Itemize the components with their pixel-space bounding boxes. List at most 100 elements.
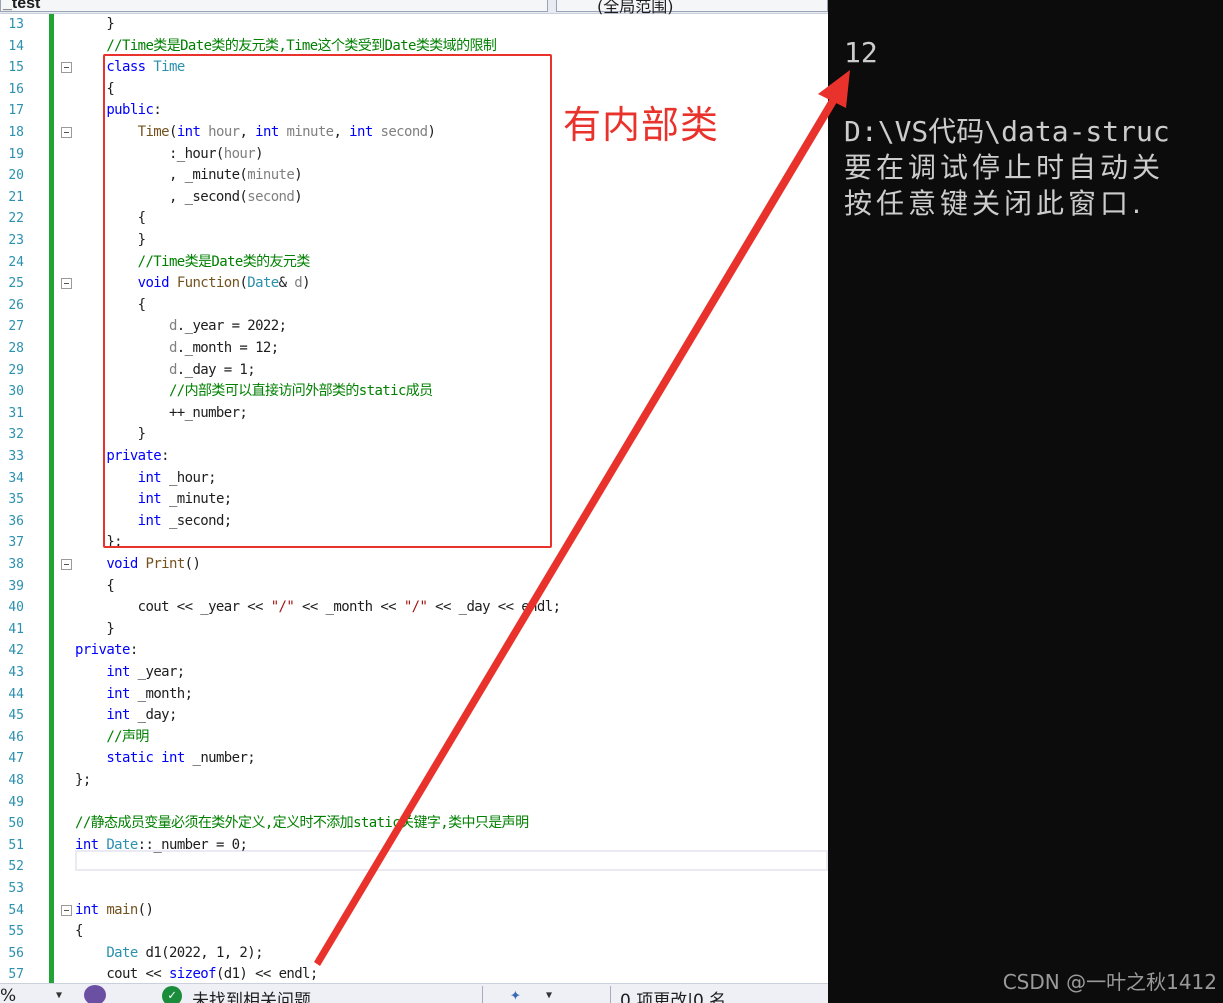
code-line[interactable]: 55 { [0, 921, 828, 943]
code-text: //静态成员变量必须在类外定义,定义时不添加static关键字,类中只是声明 [75, 815, 529, 832]
inner-class-highlight-box [103, 54, 552, 548]
code-text: } [75, 16, 115, 32]
changes-status[interactable]: 0 项更改|0 名 [620, 986, 726, 1003]
code-line[interactable]: 49 [0, 792, 828, 814]
line-number: 13 [8, 17, 24, 32]
code-line[interactable]: 57 cout << sizeof(d1) << endl; [0, 964, 828, 983]
code-line[interactable]: 56 Date d1(2022, 1, 2); [0, 943, 828, 965]
console-path-line: D:\VS代码\data-struc [844, 115, 1170, 148]
line-number: 44 [8, 686, 24, 702]
collapse-icon[interactable] [61, 278, 72, 290]
document-tab-strip: _test (全局范围) [0, 0, 828, 16]
collapse-icon[interactable] [61, 904, 72, 916]
code-line[interactable]: 52 [0, 856, 828, 878]
code-text: }; [75, 772, 91, 788]
line-number: 46 [8, 729, 24, 745]
code-line[interactable]: 39 { [0, 576, 828, 598]
line-number: 45 [8, 708, 24, 724]
annotation-label: 有内部类 [563, 103, 720, 147]
divider [482, 986, 483, 1003]
code-line[interactable]: 54 int main() [0, 900, 828, 922]
code-text: int main() [75, 901, 154, 918]
collapse-icon[interactable] [61, 62, 72, 74]
line-number: 56 [8, 945, 24, 961]
line-number: 37 [8, 535, 24, 551]
code-line[interactable]: 48}; [0, 770, 828, 792]
code-text: static int _number; [106, 750, 256, 767]
code-editor[interactable]: _test (全局范围) 13 } 14 //Time类是Date类的友元类,Ti… [0, 0, 828, 983]
code-cleanup-icon[interactable]: ✦ [510, 984, 521, 1003]
line-number: 42 [8, 643, 24, 659]
line-number: 43 [8, 665, 24, 680]
code-line[interactable]: 41 } [0, 619, 828, 641]
code-text: //声明 [106, 728, 149, 745]
check-icon: ✓ [162, 986, 182, 1003]
line-number: 19 [8, 146, 24, 162]
line-number: 41 [8, 621, 24, 637]
line-number: 38 [8, 557, 24, 572]
code-line[interactable]: 38 void Print() [0, 554, 828, 576]
line-number: 50 [8, 816, 24, 832]
scope-dropdown[interactable]: (全局范围) [556, 0, 828, 16]
line-number: 27 [8, 319, 24, 335]
code-line[interactable]: 47 static int _number; [0, 748, 828, 770]
collapse-icon[interactable] [61, 559, 72, 570]
code-line[interactable]: 45 int _day; [0, 705, 828, 727]
issues-status[interactable]: 未找到相关问题 [192, 986, 311, 1003]
copilot-icon[interactable] [84, 985, 106, 1003]
code-text: int _day; [106, 707, 177, 724]
code-text: { [75, 923, 83, 940]
console-output: 12 [844, 36, 878, 69]
code-line[interactable]: 53 [0, 878, 828, 900]
line-number: 51 [8, 837, 24, 853]
line-number: 35 [8, 492, 24, 508]
line-number: 36 [8, 513, 24, 529]
line-number: 22 [8, 211, 24, 227]
collapse-icon[interactable] [61, 127, 72, 138]
line-number: 26 [8, 297, 24, 313]
code-line[interactable]: 43 int _year; [0, 662, 828, 684]
watermark: CSDN @一叶之秋1412 [1002, 970, 1217, 994]
line-number: 15 [8, 60, 24, 76]
line-number: 39 [8, 578, 24, 594]
code-line[interactable]: 46 //声明 [0, 727, 828, 749]
line-number: 17 [8, 103, 24, 119]
code-line[interactable]: 13 } [0, 14, 828, 36]
file-tab[interactable]: _test [0, 0, 548, 12]
code-line[interactable]: 50 //静态成员变量必须在类外定义,定义时不添加static关键字,类中只是声明 [0, 813, 828, 835]
code-line[interactable]: 40 cout << _year << "/" << _month << "/"… [0, 597, 828, 619]
line-number: 25 [8, 276, 24, 292]
line-number: 32 [8, 427, 24, 443]
code-line[interactable]: 42 private: [0, 640, 828, 662]
code-text: Date d1(2022, 1, 2); [106, 944, 263, 961]
console-window: 12 D:\VS代码\data-struc 要在调试停止时自动关 按任意键关闭此… [828, 0, 1223, 1003]
line-number: 52 [8, 859, 24, 875]
line-number: 47 [8, 751, 24, 767]
line-number: 30 [8, 384, 24, 400]
code-text: private: [75, 642, 138, 659]
code-text: cout << sizeof(d1) << endl; [75, 966, 318, 983]
file-tab-label: _test [3, 0, 41, 12]
console-press-key-message: 按任意键关闭此窗口. [844, 187, 1145, 220]
zoom-level[interactable]: % [0, 986, 16, 1003]
code-line[interactable]: 44 int _month; [0, 684, 828, 706]
code-text: int _year; [106, 664, 185, 680]
code-text: int _month; [106, 685, 193, 702]
code-line[interactable]: 51 int Date::_number = 0; [0, 835, 828, 857]
line-number: 33 [8, 449, 24, 464]
line-number: 28 [8, 341, 24, 356]
zoom-dropdown-icon[interactable]: ▼ [56, 990, 62, 1001]
code-text: { [75, 577, 115, 594]
line-number: 54 [8, 902, 24, 918]
line-number: 20 [8, 168, 24, 184]
line-number: 14 [8, 38, 24, 54]
line-number: 16 [8, 81, 24, 97]
line-number: 24 [8, 254, 24, 270]
line-number: 49 [8, 794, 24, 810]
console-debug-message: 要在调试停止时自动关 [844, 151, 1165, 184]
line-number: 40 [8, 600, 24, 616]
line-number: 31 [8, 405, 24, 421]
cleanup-dropdown-icon[interactable]: ▼ [546, 990, 552, 1001]
line-number: 23 [8, 233, 24, 248]
line-number: 29 [8, 362, 24, 378]
